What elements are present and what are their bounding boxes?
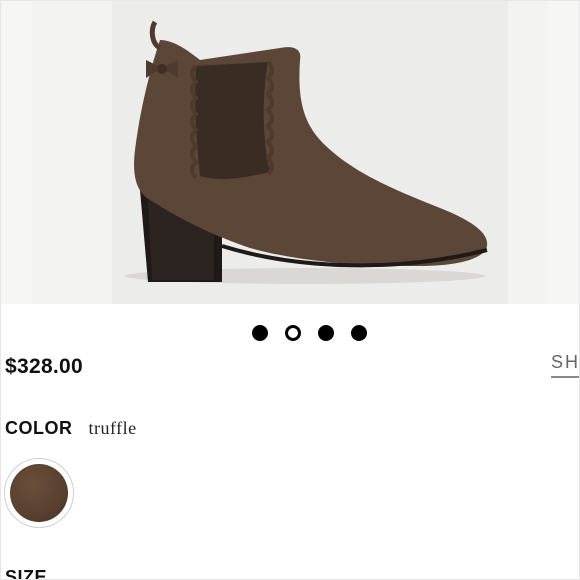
gallery-dot-3[interactable] (318, 325, 334, 341)
size-label: SIZE (5, 567, 48, 580)
bow-knot (157, 64, 167, 74)
gallery-pagination (252, 325, 367, 341)
product-image-gallery[interactable] (0, 0, 580, 310)
swatch-fill (10, 464, 68, 522)
color-label: COLOR (5, 418, 73, 438)
product-page: $328.00 SHA COLOR truffle SIZE (0, 0, 580, 580)
boot-elastic-panel (195, 62, 270, 179)
gallery-dot-4[interactable] (351, 325, 367, 341)
product-price: $328.00 (5, 355, 84, 378)
gallery-dot-1[interactable] (252, 325, 268, 341)
selected-color-value: truffle (88, 418, 137, 438)
ankle-boot-image (125, 20, 488, 284)
color-swatch-truffle[interactable] (4, 458, 74, 528)
gallery-dot-2-active[interactable] (285, 325, 301, 341)
share-link[interactable]: SHA (551, 352, 580, 378)
color-selection-row: COLOR truffle (5, 418, 137, 439)
